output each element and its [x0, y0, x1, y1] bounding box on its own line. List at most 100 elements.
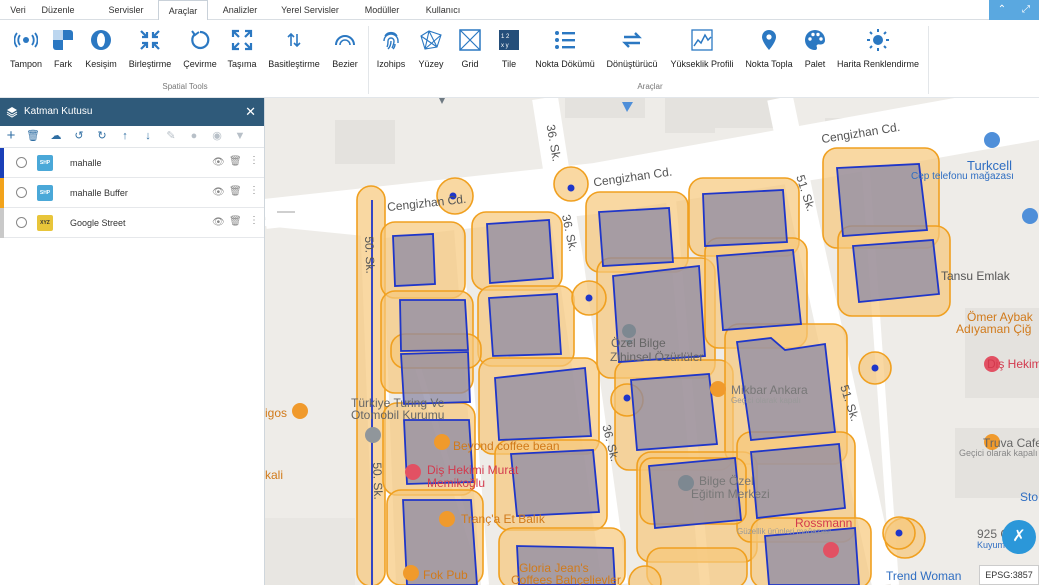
layer-row-mahalle-buffer[interactable]: SHP mahalle Buffer 👁 🗑 ⋮ — [0, 178, 264, 208]
street-label: 50. Sk. — [362, 236, 378, 274]
layer-radio[interactable] — [16, 187, 27, 198]
izohips-button[interactable]: Izohips — [374, 28, 408, 72]
yukseklik-profili-button[interactable]: Yükseklik Profili — [666, 28, 738, 72]
nokta-topla-label: Nokta Topla — [745, 59, 793, 69]
tile-label: Tile — [501, 59, 517, 69]
kesisim-button[interactable]: Kesişim — [82, 28, 120, 72]
poi-sublabel: Güzellik ürünleri mağazası — [737, 527, 832, 536]
elevation-profile-icon — [691, 29, 713, 51]
tampon-button[interactable]: Tampon — [6, 28, 46, 72]
menu-tab-servisler[interactable]: Servisler — [98, 0, 154, 20]
bezier-icon — [335, 35, 355, 46]
collapse-icon[interactable]: ⌃ — [995, 3, 1009, 17]
menu-tab-veri[interactable]: Veri — [4, 0, 32, 20]
cevirme-button[interactable]: Çevirme — [180, 28, 220, 72]
eye-icon[interactable]: 👁 — [212, 187, 225, 198]
list-icon — [555, 31, 575, 49]
tampon-label: Tampon — [9, 59, 43, 69]
layer-color-stripe — [0, 148, 4, 178]
map-pin-icon — [762, 30, 776, 50]
layer-row-google-street[interactable]: XYZ Google Street 👁 🗑 ⋮ — [0, 208, 264, 238]
poi-label: Eğitim Merkezi — [691, 487, 770, 501]
poi-sublabel: Geçici olarak kapalı — [731, 396, 801, 405]
eye-icon[interactable]: 👁 — [212, 157, 225, 168]
poi-label: igos — [265, 406, 288, 420]
tile-icon: 1 2 x y — [499, 30, 519, 50]
edit-icon[interactable]: ✎ — [164, 129, 178, 143]
layer-color-stripe — [0, 178, 4, 208]
poi-label: kali — [265, 468, 284, 482]
crossed-tools-icon: ✗ — [1012, 528, 1026, 545]
basitlestirme-label: Basitleştirme — [268, 59, 320, 69]
group-separator — [368, 26, 369, 94]
close-icon[interactable]: ✕ — [245, 98, 256, 126]
yukseklik-profili-label: Yükseklik Profili — [670, 59, 734, 69]
yuzey-button[interactable]: Yüzey — [414, 28, 448, 72]
nokta-topla-button[interactable]: Nokta Topla — [742, 28, 796, 72]
palette-icon — [805, 30, 826, 50]
layer-name: mahalle — [70, 158, 102, 168]
fingerprint-icon — [383, 31, 399, 50]
layer-radio[interactable] — [16, 157, 27, 168]
more-icon[interactable]: ⋮ — [249, 185, 259, 196]
trash-icon[interactable]: 🗑 — [229, 156, 242, 167]
svg-text:x y: x y — [501, 43, 509, 49]
add-layer-icon[interactable]: + — [4, 128, 18, 143]
style-icon[interactable]: ● — [187, 129, 201, 143]
more-icon[interactable]: ⋮ — [249, 215, 259, 226]
harita-renklendirme-button[interactable]: Harita Renklendirme — [834, 28, 922, 72]
more-icon[interactable]: ⋮ — [249, 155, 259, 166]
araclar-group-label: Araçlar — [637, 82, 663, 91]
move-down-icon[interactable]: ↓ — [141, 129, 155, 143]
tasima-button[interactable]: Taşıma — [224, 28, 260, 72]
donusturucu-label: Dönüştürücü — [606, 59, 658, 69]
eye-icon[interactable]: 👁 — [212, 217, 225, 228]
fark-button[interactable]: Fark — [48, 28, 78, 72]
tile-button[interactable]: 1 2 x y Tile — [494, 28, 524, 72]
palet-button[interactable]: Palet — [800, 28, 830, 72]
delete-icon[interactable]: 🗑 — [26, 129, 40, 143]
poi-label: Tansu Emlak — [941, 269, 1010, 283]
poi-label: Beyond coffee bean — [453, 439, 560, 453]
ribbon-toolbar: Tampon Fark Kesişim Birleştirme Çevirme … — [0, 20, 1039, 98]
layer-radio[interactable] — [16, 217, 27, 228]
birlestirme-button[interactable]: Birleştirme — [126, 28, 174, 72]
menu-tab-araclar[interactable]: Araçlar — [158, 0, 208, 21]
tag-icon[interactable]: ◉ — [210, 129, 224, 143]
move-up-icon[interactable]: ↑ — [118, 129, 132, 143]
layer-row-mahalle[interactable]: SHP mahalle 👁 🗑 ⋮ — [0, 148, 264, 178]
simplify-icon — [287, 32, 301, 48]
fullscreen-icon[interactable]: ⤢ — [1019, 3, 1033, 17]
tools-fab-button[interactable]: ✗ — [1002, 520, 1036, 554]
cloud-icon[interactable]: ☁ — [49, 129, 63, 143]
difference-icon — [53, 30, 73, 50]
menu-tab-yerel-servisler[interactable]: Yerel Servisler — [272, 0, 348, 20]
menu-tab-analizler[interactable]: Analizler — [214, 0, 266, 20]
merge-icon — [140, 30, 160, 50]
menu-tab-moduller[interactable]: Modüller — [355, 0, 409, 20]
trash-icon[interactable]: 🗑 — [229, 186, 242, 197]
bezier-button[interactable]: Bezier — [328, 28, 362, 72]
buffer-icon — [14, 32, 38, 48]
tasima-label: Taşıma — [227, 59, 257, 69]
refresh-icon[interactable]: ↻ — [95, 129, 109, 143]
trash-icon[interactable]: 🗑 — [229, 216, 242, 227]
share-icon[interactable]: ↺ — [72, 129, 86, 143]
grid-button[interactable]: Grid — [454, 28, 486, 72]
layer-color-stripe — [0, 208, 4, 238]
harita-renklendirme-label: Harita Renklendirme — [836, 59, 920, 69]
poi-label: Diş Hekim — [987, 357, 1039, 371]
basitlestirme-button[interactable]: Basitleştirme — [266, 28, 322, 72]
menu-tab-duzenle[interactable]: Düzenle — [32, 0, 84, 20]
layer-panel: Katman Kutusu ✕ + 🗑 ☁ ↺ ↻ ↑ ↓ ✎ ● ◉ ▼ SH… — [0, 98, 265, 585]
rotate-icon — [191, 30, 210, 50]
xyz-tile-icon: XYZ — [37, 215, 53, 231]
nokta-dokumu-button[interactable]: Nokta Dökümü — [532, 28, 598, 72]
menu-tab-kullanici[interactable]: Kullanıcı — [416, 0, 470, 20]
shapefile-icon: SHP — [37, 155, 53, 171]
map-canvas[interactable]: Cengizhan Cd. Cengizhan Cd. Cengizhan Cd… — [265, 98, 1039, 585]
donusturucu-button[interactable]: Dönüştürücü — [604, 28, 660, 72]
shapefile-icon: SHP — [37, 185, 53, 201]
filter-icon[interactable]: ▼ — [233, 129, 247, 143]
poi-label: Fok Pub — [423, 568, 468, 582]
